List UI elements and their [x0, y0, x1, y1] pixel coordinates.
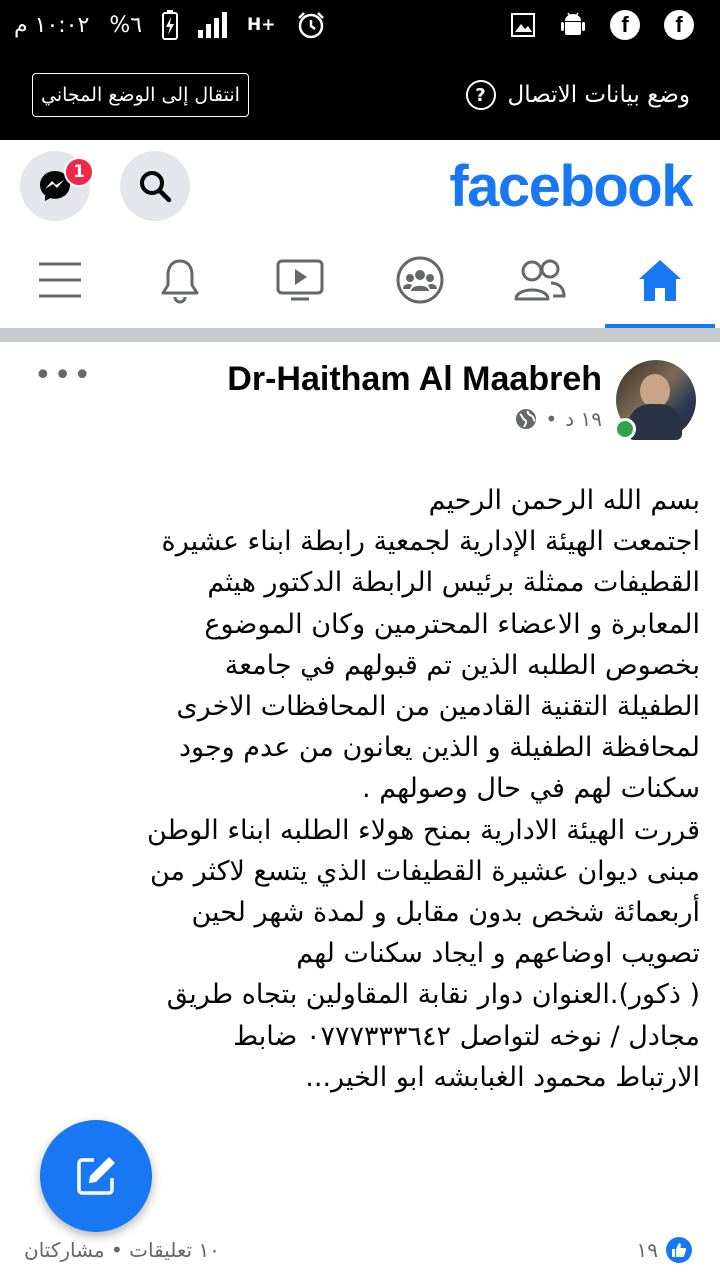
nav-notifications[interactable] [125, 232, 235, 328]
free-mode-button[interactable]: انتقال إلى الوضع المجاني [32, 73, 249, 117]
post-line: سكنات لهم في حال وصولهم . [362, 773, 700, 805]
compose-button[interactable] [40, 1120, 152, 1232]
alarm-icon [297, 12, 324, 39]
friends-icon [514, 259, 566, 301]
post-line: قررت الهيئة الادارية بمنح هولاء الطلبه ا… [147, 814, 700, 846]
avatar-body [628, 404, 682, 440]
header-actions: 1 [20, 151, 190, 221]
likes-count: ١٩ [636, 1238, 658, 1262]
online-status-dot [614, 418, 636, 440]
post-line: الارتباط محمود الغبابشه ابو الخير... [305, 1061, 700, 1093]
globe-icon [516, 409, 537, 429]
nav-groups[interactable] [365, 232, 475, 328]
avatar[interactable] [614, 360, 696, 440]
like-icon [666, 1237, 692, 1263]
home-icon [639, 260, 681, 301]
post-meta: ١٩ د • [515, 407, 602, 431]
facebook-notification-icon: f [664, 10, 694, 40]
more-options-icon[interactable]: ••• [34, 361, 93, 391]
author-name[interactable]: Dr-Haitham Al Maabreh [227, 360, 602, 399]
bell-icon [161, 259, 199, 304]
help-icon[interactable]: ? [465, 80, 496, 110]
post-time[interactable]: ١٩ د [565, 407, 602, 431]
video-icon [276, 259, 324, 301]
image-icon [511, 13, 535, 37]
data-mode-title: وضع بيانات الاتصال ? [465, 80, 690, 110]
author-text: Dr-Haitham Al Maabreh ١٩ د • [227, 360, 602, 440]
status-bar: ١٠:٠٢ م %٦ H+ f f [0, 0, 720, 50]
clock: ١٠:٠٢ م [14, 12, 90, 38]
nav-menu[interactable] [5, 232, 115, 328]
facebook-logo[interactable]: facebook [449, 153, 693, 220]
messenger-button[interactable]: 1 [20, 151, 94, 221]
post-line: الطفيلة التقنية القادمين من المحافظات ال… [176, 691, 700, 723]
post-line: ( ذكور).العنوان دوار نقابة المقاولين بتج… [166, 979, 700, 1011]
post-line: بخصوص الطلبه الذين تم قبولهم في جامعة [224, 649, 700, 681]
post-line: تصويب اوضاعهم و ايجاد سكنات لهم [296, 938, 700, 970]
post-line: المعابرة و الاعضاء المحترمين وكان الموضو… [204, 608, 700, 640]
edit-icon [77, 1157, 115, 1195]
signal-icon [198, 12, 228, 38]
facebook-notification-icon: f [610, 10, 640, 40]
avatar-face [640, 374, 670, 408]
status-left: ١٠:٠٢ م %٦ H+ [14, 10, 326, 40]
section-divider [0, 328, 720, 342]
groups-icon [396, 256, 444, 304]
comments-shares-count[interactable]: ١٠ تعليقات • مشاركتان [24, 1238, 220, 1262]
post-line: القطيفات ممثلة برئيس الرابطة الدكتور هيث… [207, 567, 700, 599]
android-icon [561, 12, 585, 35]
main-nav [0, 232, 720, 328]
post-line: مجادل / نوخه لتواصل ٠٧٧٧٣٣٣٦٤٢ ضابط [233, 1020, 700, 1052]
search-icon [140, 171, 172, 203]
nav-friends[interactable] [485, 232, 595, 328]
battery-percent: %٦ [109, 12, 143, 38]
post-header: ••• Dr-Haitham Al Maabreh ١٩ د • [0, 342, 720, 452]
post-text[interactable]: بسم الله الرحمن الرحيم اجتمعت الهيئة الإ… [18, 480, 700, 1098]
nav-home[interactable] [605, 232, 715, 328]
messenger-badge: 1 [64, 157, 94, 187]
data-mode-label: وضع بيانات الاتصال [507, 82, 690, 108]
menu-icon [39, 262, 81, 298]
search-button[interactable] [120, 151, 190, 221]
post-line: أربعمائة شخص بدون مقابل و لمدة شهر لحين [191, 897, 701, 929]
post-line: اجتمعت الهيئة الإدارية لجمعية رابطة ابنا… [161, 526, 700, 558]
app-header: 1 facebook [0, 140, 720, 232]
data-mode-bar: انتقال إلى الوضع المجاني وضع بيانات الات… [0, 50, 720, 140]
battery-icon [162, 10, 179, 40]
author-block: Dr-Haitham Al Maabreh ١٩ د • [227, 360, 696, 440]
post-line: لمحافظة الطفيلة و الذين يعانون من عدم وج… [179, 732, 700, 764]
post-footer: ١٠ تعليقات • مشاركتان ١٩ [0, 1230, 720, 1270]
post-line: مبنى ديوان عشيرة القطيفات الذي يتسع لاكث… [150, 855, 700, 887]
network-type: H+ [247, 15, 276, 35]
post-line: بسم الله الرحمن الرحيم [428, 485, 700, 516]
reactions[interactable]: ١٩ [637, 1237, 692, 1263]
status-right: f f [510, 10, 694, 40]
nav-watch[interactable] [245, 232, 355, 328]
meta-separator: • [545, 407, 558, 431]
